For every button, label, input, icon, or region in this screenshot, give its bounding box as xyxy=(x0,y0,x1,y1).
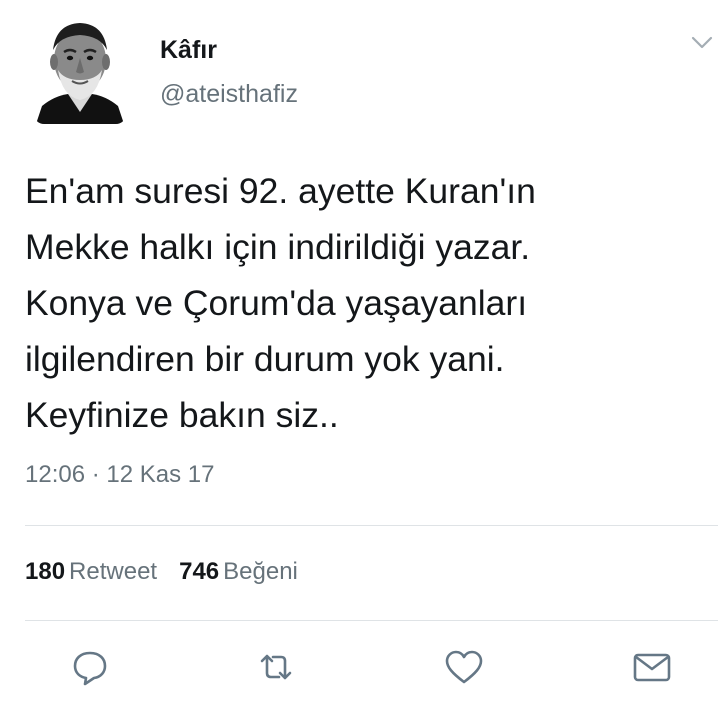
reply-icon xyxy=(68,647,112,687)
divider xyxy=(25,620,718,621)
reply-button[interactable] xyxy=(68,647,112,687)
engagement-stats: 180 Retweet 746 Beğeni xyxy=(25,558,298,586)
like-count-link[interactable]: 746 Beğeni xyxy=(179,558,298,586)
retweet-count: 180 xyxy=(25,558,66,585)
like-button[interactable] xyxy=(442,647,486,687)
divider xyxy=(25,525,718,526)
tweet-text: En'am suresi 92. ayette Kuran'ın Mekke h… xyxy=(25,171,536,435)
chevron-down-icon[interactable] xyxy=(690,34,714,52)
timestamp[interactable]: 12:06 · 12 Kas 17 xyxy=(25,461,214,489)
display-name[interactable]: Kâfır xyxy=(160,36,217,65)
like-label: Beğeni xyxy=(223,558,298,585)
retweet-count-link[interactable]: 180 Retweet xyxy=(25,558,157,586)
heart-icon xyxy=(442,647,486,687)
direct-message-button[interactable] xyxy=(630,647,674,687)
tweet-card: Kâfır @ateisthafiz En'am suresi 92. ayet… xyxy=(0,0,718,704)
like-count: 746 xyxy=(179,558,220,585)
avatar[interactable] xyxy=(34,14,126,124)
envelope-icon xyxy=(630,647,674,687)
user-handle[interactable]: @ateisthafiz xyxy=(160,80,298,109)
retweet-icon xyxy=(254,647,298,687)
retweet-button[interactable] xyxy=(254,647,298,687)
retweet-label: Retweet xyxy=(69,558,158,585)
